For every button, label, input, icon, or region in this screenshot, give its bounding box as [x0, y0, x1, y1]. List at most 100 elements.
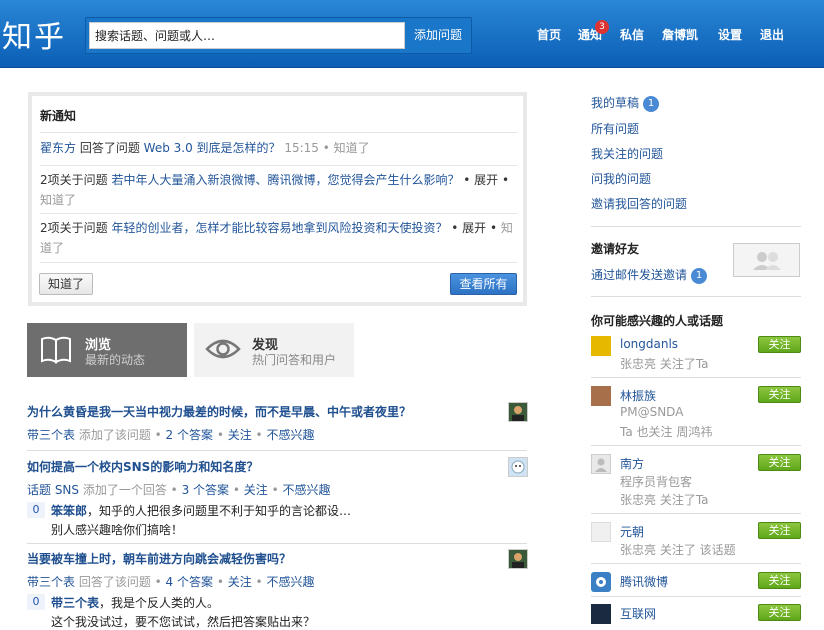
topic-avatar[interactable] — [591, 604, 611, 624]
topic-avatar[interactable] — [591, 522, 611, 542]
notice-item: 2项关于问题 年轻的创业者，怎样才能比较容易地拿到风险投资和天使投资？ • 展开… — [40, 218, 517, 258]
separator: • — [251, 428, 267, 442]
notice-question-link[interactable]: 若中年人大量涌入新浪微博、腾讯微博，您觉得会产生什么影响？ — [111, 173, 459, 187]
feed-topic-link[interactable]: 话题 SNS — [27, 483, 79, 497]
feed-question-title[interactable]: 为什么黄昏是我一天当中视力最差的时候，而不是早晨、中午或者夜里？ — [27, 403, 411, 420]
not-interested-link[interactable]: 不感兴趣 — [266, 428, 314, 442]
sidebar-item-invited-me[interactable]: 邀请我回答的问题 — [591, 195, 687, 212]
answer-text[interactable]: ，知乎的人把很多问题里不利于知乎的言论都设… — [87, 504, 351, 518]
notice-text: 2项关于问题 — [40, 173, 112, 187]
rec-name-link[interactable]: 南方 — [620, 455, 644, 472]
users-icon — [753, 252, 781, 270]
nav-settings[interactable]: 设置 — [718, 26, 742, 43]
topic-avatar[interactable] — [591, 572, 611, 592]
rec-desc: PM@SNDA — [620, 405, 684, 419]
vote-count[interactable]: 0 — [27, 502, 45, 518]
invite-friends-image[interactable] — [733, 243, 800, 277]
notice-expand-link[interactable]: • 展开 • — [447, 221, 500, 235]
notice-user-link[interactable]: 翟东方 — [40, 141, 76, 155]
follow-button[interactable]: 关注 — [758, 522, 801, 539]
rec-avatar[interactable] — [591, 336, 611, 356]
answer-author-link[interactable]: 笨笨郎 — [51, 504, 87, 518]
notice-question-link[interactable]: 年轻的创业者，怎样才能比较容易地拿到风险投资和天使投资？ — [111, 221, 447, 235]
answer-author-link[interactable]: 带三个表 — [51, 596, 99, 610]
follow-question-link[interactable]: 关注 — [228, 428, 252, 442]
answer-text-line[interactable]: 这个我没试过，要不您试试，然后把答案贴出来？ — [51, 613, 315, 630]
add-question-button[interactable]: 添加问题 — [406, 22, 470, 49]
nav-home[interactable]: 首页 — [537, 26, 561, 43]
notice-question-link[interactable]: Web 3.0 到底是怎样的？ — [144, 141, 281, 155]
search-input[interactable] — [89, 22, 405, 49]
follow-question-link[interactable]: 关注 — [228, 575, 252, 589]
notice-dismiss-link[interactable]: 知道了 — [40, 193, 76, 207]
rec-desc: 张忠亮 关注了 该话题 — [620, 543, 736, 557]
zhihu-logo[interactable]: 知乎 — [2, 12, 66, 56]
feed-action-text: 回答了该问题 • — [75, 575, 166, 589]
divider — [591, 377, 801, 378]
mark-read-button[interactable]: 知道了 — [39, 273, 93, 295]
user-avatar[interactable] — [508, 402, 528, 422]
follow-button[interactable]: 关注 — [758, 454, 801, 471]
user-avatar[interactable] — [508, 457, 528, 477]
answers-count-link[interactable]: 4 个答案 — [166, 575, 213, 589]
follow-question-link[interactable]: 关注 — [244, 483, 268, 497]
nav-profile[interactable]: 詹博凯 — [662, 26, 698, 43]
follow-button[interactable]: 关注 — [758, 572, 801, 589]
notice-text: 回答了问题 — [76, 141, 144, 155]
rec-avatar[interactable] — [591, 454, 611, 474]
follow-button[interactable]: 关注 — [758, 336, 801, 353]
nav-messages[interactable]: 私信 — [620, 26, 644, 43]
tab-discover[interactable]: 发现 热门问答和用户 — [194, 323, 354, 377]
invite-link-label: 通过邮件发送邀请 — [591, 268, 688, 282]
sidebar-item-all-questions[interactable]: 所有问题 — [591, 120, 639, 137]
answers-count-link[interactable]: 3 个答案 — [182, 483, 229, 497]
book-icon — [41, 336, 71, 364]
answer-text-line[interactable]: 别人感兴趣啥你们搞啥！ — [51, 521, 183, 538]
notice-time: 15:15 • — [280, 141, 334, 155]
sidebar-item-label: 我的草稿 — [591, 96, 640, 110]
answer-summary: 笨笨郎，知乎的人把很多问题里不利于知乎的言论都设… — [51, 502, 351, 519]
answers-count-link[interactable]: 2 个答案 — [166, 428, 213, 442]
tab-discover-subtitle: 热门问答和用户 — [252, 353, 337, 367]
divider — [591, 513, 801, 514]
default-avatar-icon — [595, 458, 607, 472]
feed-question-title[interactable]: 当要被车撞上时，朝车前进方向跳会减轻伤害吗？ — [27, 550, 291, 567]
separator: • — [213, 575, 228, 589]
divider — [40, 132, 517, 133]
user-avatar[interactable] — [508, 549, 528, 569]
answer-text[interactable]: ，我是个反人类的人。 — [99, 596, 219, 610]
notice-text: 2项关于问题 — [40, 221, 112, 235]
weibo-bird-icon — [596, 577, 606, 587]
tab-browse[interactable]: 浏览 最新的动态 — [27, 323, 187, 377]
rec-name-link[interactable]: longdanls — [620, 337, 678, 351]
rec-name-link[interactable]: 元朝 — [620, 523, 644, 540]
sidebar-item-drafts[interactable]: 我的草稿 1 — [591, 94, 660, 112]
notice-dismiss-link[interactable]: 知道了 — [334, 141, 370, 155]
feed-user-link[interactable]: 带三个表 — [27, 575, 75, 589]
feed-meta: 话题 SNS 添加了一个回答 • 3 个答案 • 关注 • 不感兴趣 — [27, 481, 330, 498]
divider — [27, 450, 527, 451]
separator: • — [251, 575, 267, 589]
follow-button[interactable]: 关注 — [758, 604, 801, 621]
not-interested-link[interactable]: 不感兴趣 — [282, 483, 330, 497]
feed-question-title[interactable]: 如何提高一个校内SNS的影响力和知名度？ — [27, 458, 258, 475]
feed-action-text: 添加了该问题 • — [75, 428, 166, 442]
eye-icon — [205, 339, 241, 359]
vote-count[interactable]: 0 — [27, 594, 45, 610]
notice-item: 2项关于问题 若中年人大量涌入新浪微博、腾讯微博，您觉得会产生什么影响？ • 展… — [40, 170, 517, 210]
invite-email-link[interactable]: 通过邮件发送邀请 1 — [591, 266, 708, 284]
feed-user-link[interactable]: 带三个表 — [27, 428, 75, 442]
view-all-button[interactable]: 查看所有 — [450, 273, 517, 295]
rec-avatar[interactable] — [591, 386, 611, 406]
notice-expand-link[interactable]: • 展开 • — [459, 173, 509, 187]
separator: • — [267, 483, 283, 497]
follow-button[interactable]: 关注 — [758, 386, 801, 403]
rec-name-link[interactable]: 林振族 — [620, 387, 656, 404]
rec-name-link[interactable]: 互联网 — [620, 605, 656, 622]
sidebar-item-asked-me[interactable]: 问我的问题 — [591, 170, 651, 187]
sidebar-item-followed-questions[interactable]: 我关注的问题 — [591, 145, 663, 162]
nav-logout[interactable]: 退出 — [760, 26, 784, 43]
not-interested-link[interactable]: 不感兴趣 — [266, 575, 314, 589]
rec-desc: 张忠亮 关注了Ta — [620, 493, 709, 507]
rec-name-link[interactable]: 腾讯微博 — [620, 573, 668, 590]
